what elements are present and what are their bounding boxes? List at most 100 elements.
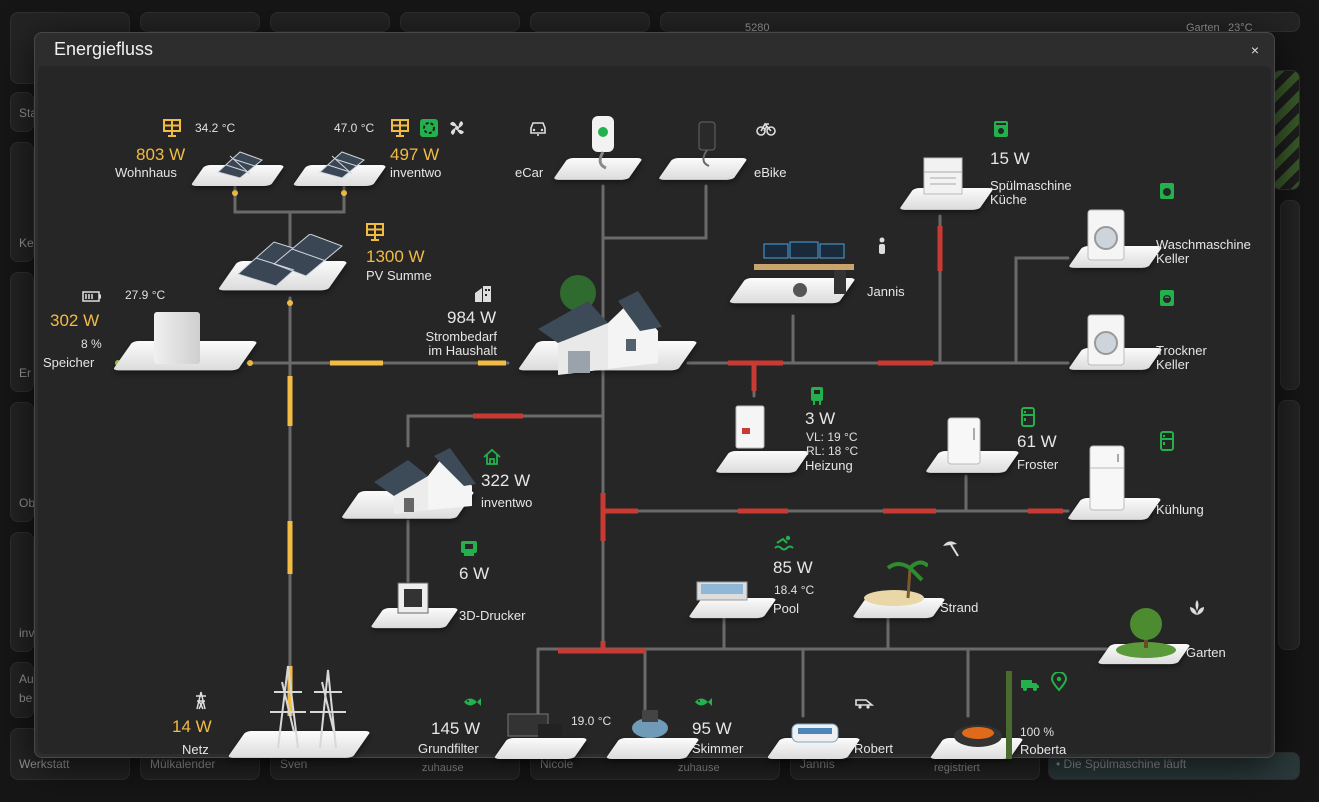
strand-label: Strand	[940, 600, 979, 615]
pool-label: Pool	[773, 601, 800, 616]
speicher-power: 302 W	[50, 311, 100, 330]
line-inventwo	[406, 414, 605, 448]
pv-inventwo-label: inventwo	[390, 165, 442, 180]
fridge-icon	[1160, 431, 1174, 451]
spuelmaschine-label-2: Küche	[990, 192, 1027, 207]
bg-bottom-label: • Die Spülmaschine läuft	[1056, 757, 1187, 771]
dishwasher-icon	[994, 121, 1008, 137]
bg-tile[interactable]	[400, 12, 520, 32]
dialog-title: Energiefluss	[54, 39, 154, 59]
pv-summe-power: 1300 W	[366, 247, 425, 266]
waschmaschine-label: Waschmaschine	[1156, 237, 1251, 252]
location-pin-icon	[1050, 672, 1068, 692]
dryer-image	[1087, 314, 1125, 366]
flow-red	[728, 360, 783, 391]
freezer-image	[947, 417, 981, 465]
bg-bottom-status: zuhause	[678, 762, 720, 774]
dishwasher-image	[923, 157, 963, 195]
bg-left-label: Ob	[19, 496, 36, 510]
bg-bottom-label: Jannis	[800, 757, 835, 771]
bg-bottom-label: Mülkalender	[150, 757, 216, 771]
wallbox-image	[592, 116, 614, 170]
netz-power: 14 W	[172, 717, 212, 736]
line-pv-wohnhaus-inventwo	[233, 184, 346, 214]
skimmer-power: 95 W	[692, 719, 732, 738]
solar-array-image	[237, 234, 343, 287]
netz-label: Netz	[182, 742, 209, 757]
bg-left-label: inv	[19, 626, 35, 640]
energy-flow-dialog: Energiefluss × 34.2 °C 803 W Wohnhaus 47…	[34, 32, 1275, 759]
spuelmaschine-power: 15 W	[990, 149, 1030, 168]
pv-wohnhaus-temp: 34.2 °C	[195, 121, 236, 135]
bg-bottom-label: Sven	[280, 757, 308, 771]
beach-image	[864, 560, 928, 606]
car-icon	[530, 122, 546, 136]
building-icon	[475, 286, 491, 302]
bg-bottom-status: registriert	[934, 762, 980, 774]
drucker-label: 3D-Drucker	[459, 608, 526, 623]
haushalt-label-2: im Haushalt	[428, 343, 497, 358]
haushalt-label: Strombedarf	[425, 329, 497, 344]
line-ebike	[601, 184, 708, 240]
jannis-label: Jannis	[867, 284, 905, 299]
desk-workstation-image	[754, 241, 854, 297]
beach-umbrella-icon	[943, 541, 959, 557]
pv-wohnhaus-power: 803 W	[136, 145, 186, 164]
house-image	[538, 275, 662, 375]
bg-tile[interactable]	[270, 12, 390, 32]
bg-left-label: Au	[19, 672, 34, 686]
bg-tile[interactable]	[140, 12, 260, 32]
inventwo-house-power: 322 W	[481, 471, 531, 490]
heizung-vl: VL: 19 °C	[806, 430, 858, 444]
haushalt-power: 984 W	[447, 308, 497, 327]
power-tower-icon	[196, 691, 206, 710]
dryer-icon	[1160, 290, 1174, 306]
fish-icon	[695, 698, 712, 706]
roberta-battery-bar	[1006, 671, 1012, 759]
washing-machine-image	[1087, 209, 1125, 261]
solar-panel-icon	[366, 223, 384, 241]
battery-icon	[82, 291, 101, 302]
pv-inventwo-power: 497 W	[390, 145, 440, 164]
power-pylon-image	[270, 665, 346, 749]
skimmer-label: Skimmer	[692, 741, 744, 756]
bg-bottom-label: Werkstatt	[19, 757, 70, 771]
skimmer-pump-image	[632, 710, 668, 738]
robot-vehicle-icon	[855, 699, 874, 709]
heizung-rl: RL: 18 °C	[806, 444, 859, 458]
flow-red	[600, 493, 638, 541]
fish-icon	[464, 698, 481, 706]
lawn-mower-image	[954, 725, 1002, 747]
pv-inventwo-temp: 47.0 °C	[334, 121, 375, 135]
boiler-icon	[811, 387, 823, 405]
heater-image	[735, 405, 765, 449]
pool-robot-image	[791, 723, 839, 743]
heizung-label: Heizung	[805, 458, 853, 473]
inverter-icon	[420, 119, 438, 137]
pool-temp: 18.4 °C	[774, 583, 815, 597]
froster-label: Froster	[1017, 457, 1059, 472]
solar-panel-icon	[391, 119, 409, 137]
kuehlung-label: Kühlung	[1156, 502, 1204, 517]
bg-left-label: Ke	[19, 236, 34, 250]
roberta-label: Roberta	[1020, 742, 1067, 757]
washing-machine-icon	[1160, 183, 1174, 199]
trockner-label: Trockner	[1156, 343, 1207, 358]
bg-bottom-label: Nicole	[540, 757, 574, 771]
bg-bottom-status: zuhause	[422, 762, 464, 774]
bg-tile[interactable]	[1280, 200, 1300, 390]
bg-tile[interactable]	[1272, 70, 1300, 190]
pool-power: 85 W	[773, 558, 813, 577]
bg-tile[interactable]	[1278, 400, 1300, 650]
bg-tile[interactable]	[530, 12, 650, 32]
garten-label: Garten	[1186, 645, 1226, 660]
spuelmaschine-label: Spülmaschine	[990, 178, 1072, 193]
person-icon	[879, 237, 885, 254]
waschmaschine-label-2: Keller	[1156, 251, 1190, 266]
bg-left-label: be	[19, 691, 33, 705]
3d-printer-image	[397, 582, 429, 614]
garden-tree-image	[1116, 608, 1176, 658]
drucker-power: 6 W	[459, 564, 490, 583]
close-button[interactable]: ×	[1246, 41, 1264, 59]
bg-tile[interactable]	[10, 662, 34, 718]
